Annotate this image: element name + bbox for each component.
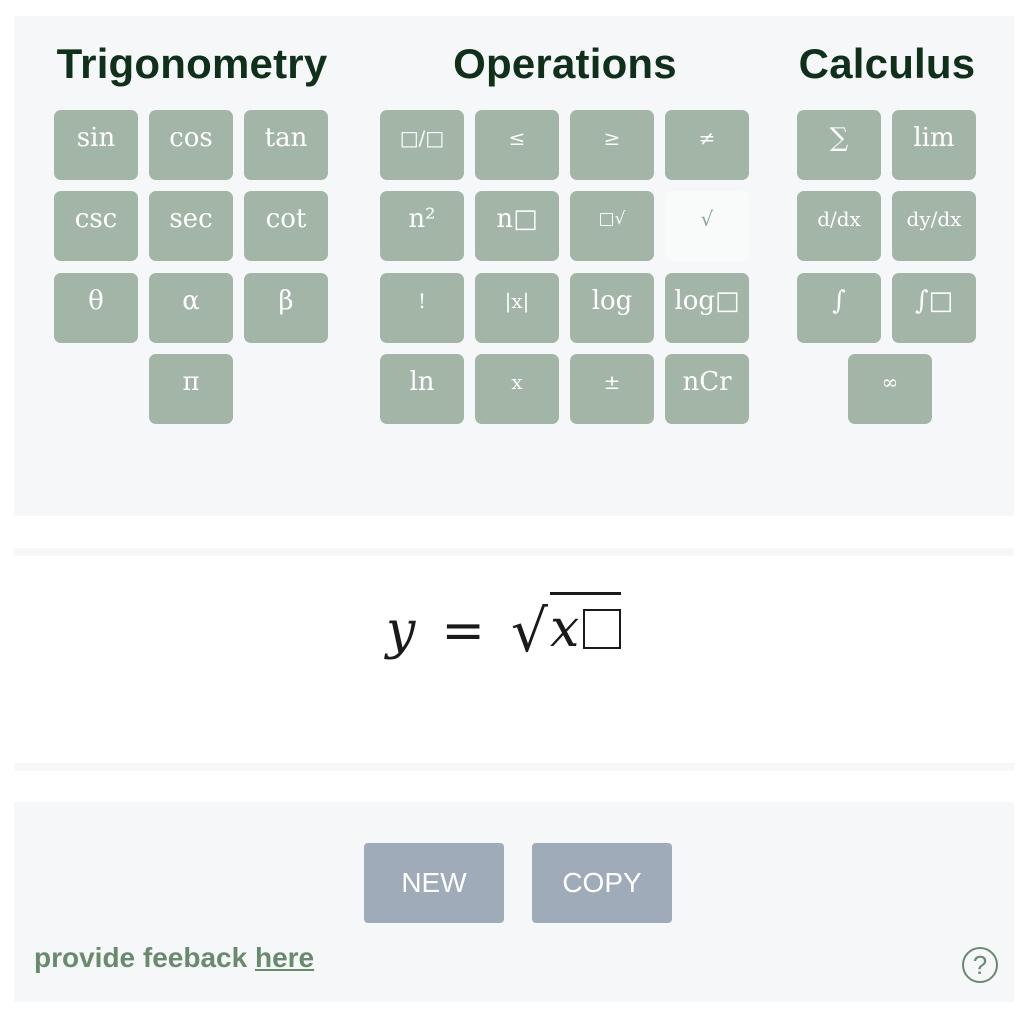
key-plus-minus[interactable]: ± <box>570 354 654 424</box>
key-integral[interactable]: ∫ <box>797 273 881 343</box>
feedback-link[interactable]: here <box>255 942 314 973</box>
key-pi[interactable]: π <box>149 354 233 424</box>
feedback-text: provide feeback here <box>34 942 314 974</box>
key-ncr[interactable]: nCr <box>665 354 749 424</box>
key-greater-equal[interactable]: ≥ <box>570 110 654 180</box>
key-square[interactable]: n² <box>380 191 464 261</box>
radicand-variable: x <box>549 598 580 659</box>
formula-expression[interactable]: y = √ x <box>386 586 622 676</box>
key-x[interactable]: x <box>475 354 559 424</box>
bottom-divider <box>14 763 1014 771</box>
key-limit[interactable]: lim <box>892 110 976 180</box>
key-factorial[interactable]: ! <box>380 273 464 343</box>
key-cos[interactable]: cos <box>149 110 233 180</box>
radicand: x <box>549 591 622 659</box>
key-log[interactable]: log <box>570 273 654 343</box>
key-power[interactable]: n□ <box>475 191 559 261</box>
formula-lhs: y <box>386 601 416 661</box>
key-infinity[interactable]: ∞ <box>848 354 932 424</box>
key-nth-root[interactable]: □√ <box>570 191 654 261</box>
key-csc[interactable]: csc <box>54 191 138 261</box>
key-absolute[interactable]: |x| <box>475 273 559 343</box>
key-sec[interactable]: sec <box>149 191 233 261</box>
key-cot[interactable]: cot <box>244 191 328 261</box>
trigonometry-title: Trigonometry <box>56 40 328 87</box>
key-beta[interactable]: β <box>244 273 328 343</box>
key-definite-integral[interactable]: ∫□ <box>892 273 976 343</box>
key-derivative[interactable]: d/dx <box>797 191 881 261</box>
key-square-root[interactable]: √ <box>665 191 749 261</box>
placeholder-box[interactable] <box>583 608 622 649</box>
symbol-palette: Trigonometry sin cos tan csc sec cot θ α… <box>14 16 1014 516</box>
calculus-title: Calculus <box>798 40 976 87</box>
footer-panel: NEW COPY provide feeback here ? <box>14 802 1014 1002</box>
key-log-base[interactable]: log□ <box>665 273 749 343</box>
operations-title: Operations <box>453 40 677 87</box>
copy-button[interactable]: COPY <box>532 843 672 923</box>
key-ln[interactable]: ln <box>380 354 464 424</box>
feedback-label: provide feeback <box>34 942 255 973</box>
key-tan[interactable]: tan <box>244 110 328 180</box>
help-icon[interactable]: ? <box>962 947 998 983</box>
new-button[interactable]: NEW <box>364 843 504 923</box>
top-divider <box>14 548 1014 556</box>
key-not-equal[interactable]: ≠ <box>665 110 749 180</box>
radical-sign: √ <box>510 597 548 665</box>
key-dy-dx[interactable]: dy/dx <box>892 191 976 261</box>
key-theta[interactable]: θ <box>54 273 138 343</box>
key-fraction[interactable]: □/□ <box>380 110 464 180</box>
formula-equals: = <box>441 601 485 661</box>
key-less-equal[interactable]: ≤ <box>475 110 559 180</box>
key-sin[interactable]: sin <box>54 110 138 180</box>
key-sum[interactable]: ∑ <box>797 110 881 180</box>
key-alpha[interactable]: α <box>149 273 233 343</box>
